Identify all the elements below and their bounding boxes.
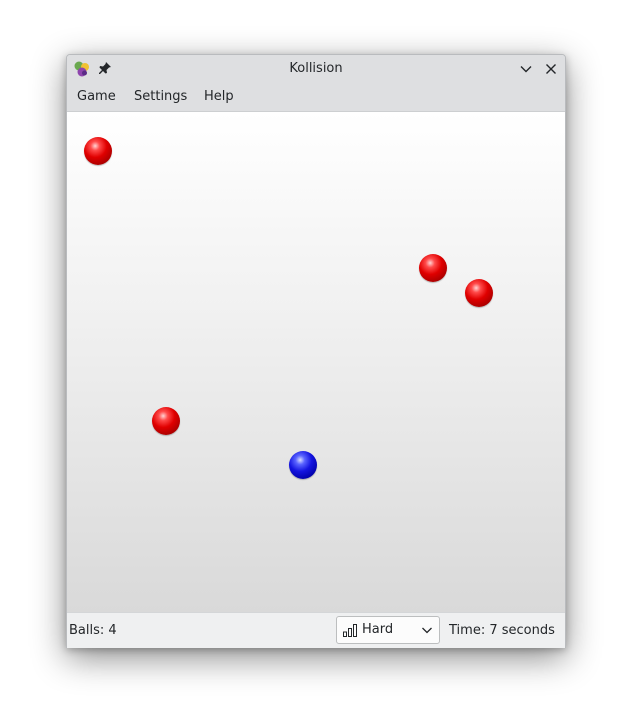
- menu-bar: Game Settings Help: [67, 82, 565, 112]
- balls-count: Balls: 4: [69, 623, 117, 638]
- close-icon[interactable]: [542, 60, 560, 78]
- red-ball: [152, 407, 180, 435]
- difficulty-select[interactable]: Hard: [336, 616, 440, 644]
- menu-settings[interactable]: Settings: [129, 82, 192, 111]
- game-playfield[interactable]: [67, 112, 565, 612]
- difficulty-bars-icon: [343, 624, 357, 637]
- kollision-window: Kollision Game Settings Help Balls: 4 Ha…: [66, 54, 566, 648]
- title-bar[interactable]: Kollision: [67, 55, 565, 82]
- chevron-down-icon: [422, 627, 432, 634]
- window-title: Kollision: [289, 61, 343, 76]
- difficulty-label: Hard: [362, 622, 394, 637]
- blue-player-ball[interactable]: [289, 451, 317, 479]
- status-bar: Balls: 4 Hard Time: 7 seconds: [67, 612, 565, 648]
- chevron-down-icon[interactable]: [517, 60, 535, 78]
- red-ball: [465, 279, 493, 307]
- red-ball: [84, 137, 112, 165]
- menu-game[interactable]: Game: [72, 82, 121, 111]
- red-ball: [419, 254, 447, 282]
- menu-help[interactable]: Help: [199, 82, 239, 111]
- elapsed-time: Time: 7 seconds: [449, 623, 555, 638]
